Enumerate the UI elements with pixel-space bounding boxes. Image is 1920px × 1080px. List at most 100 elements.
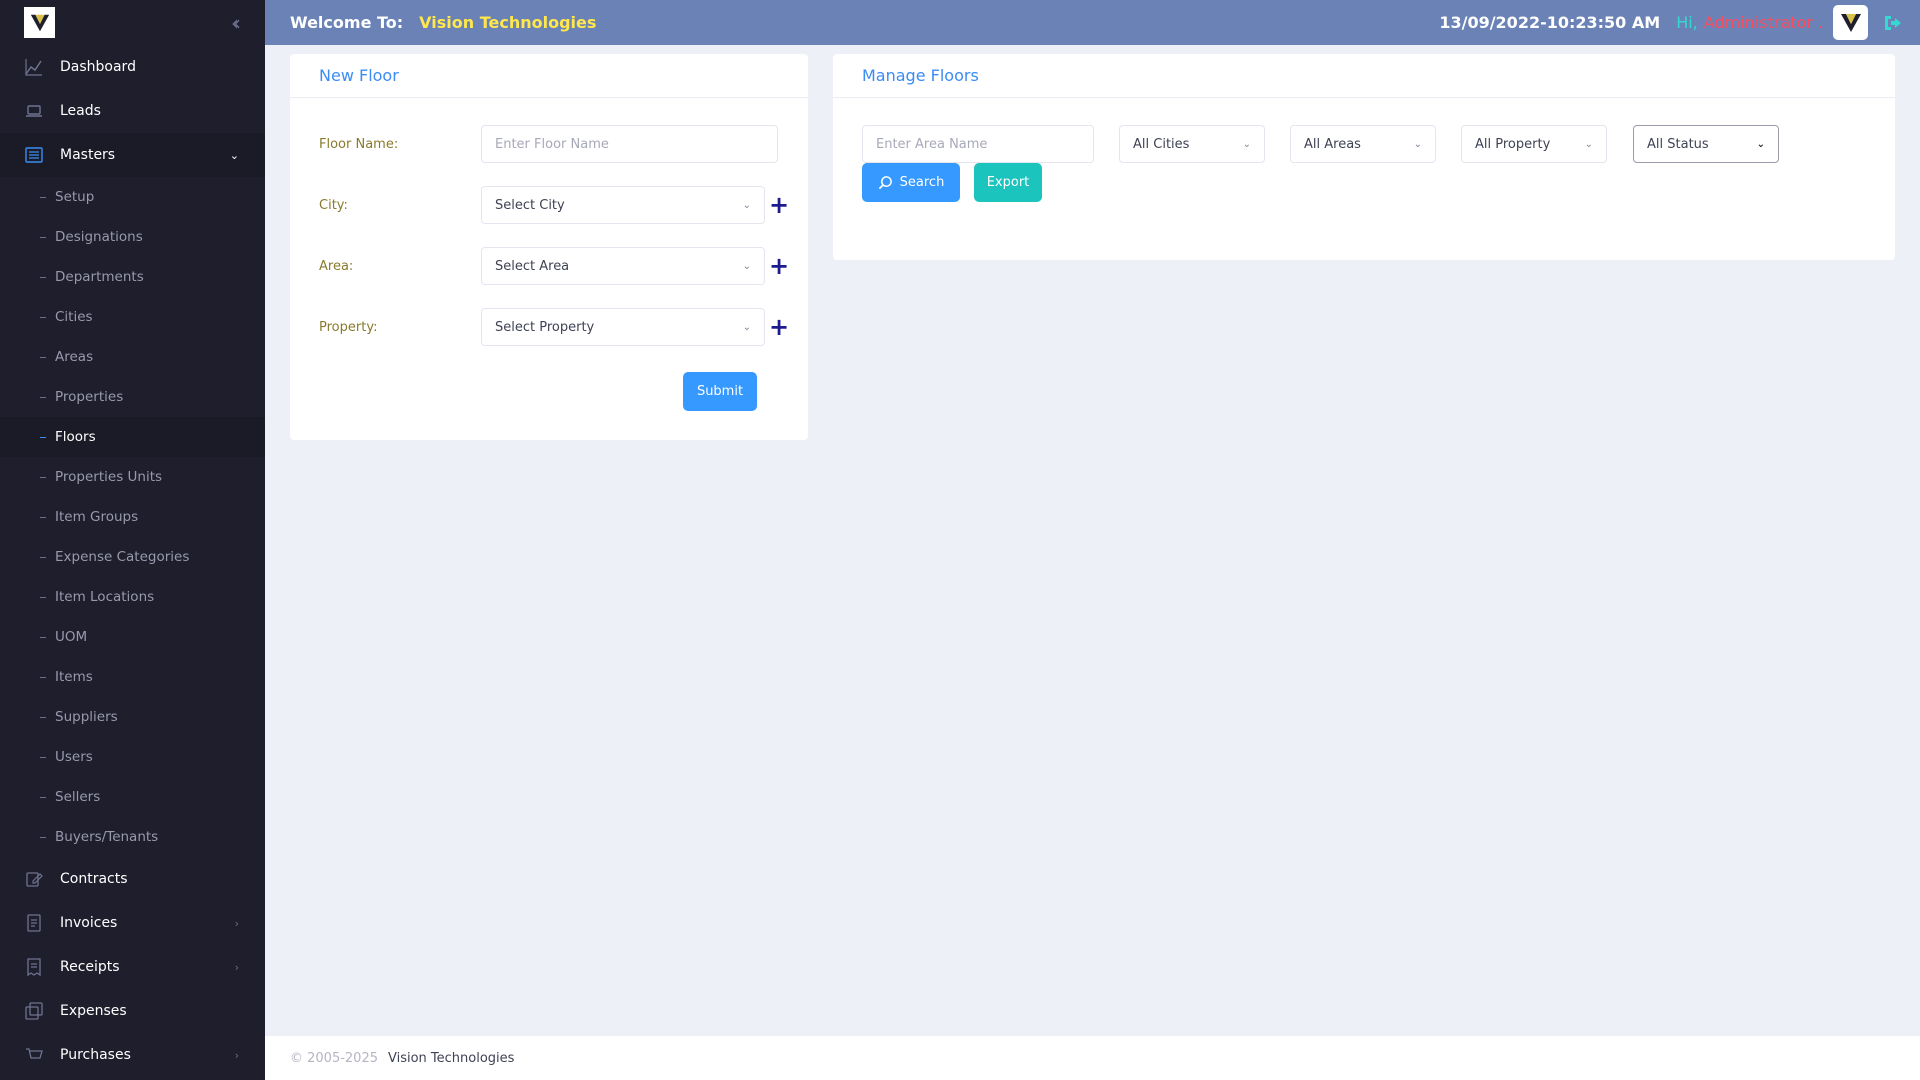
sidebar-item-label: Contracts bbox=[60, 871, 128, 887]
submit-button[interactable]: Submit bbox=[683, 372, 757, 411]
sidebar-item-invoices[interactable]: Invoices › bbox=[0, 901, 265, 945]
user-name[interactable]: Administrator . bbox=[1704, 13, 1823, 32]
area-label: Area: bbox=[319, 258, 354, 274]
sidebar-sub-item-groups[interactable]: Item Groups bbox=[0, 497, 265, 537]
sidebar-item-contracts[interactable]: Contracts bbox=[0, 857, 265, 901]
sidebar-item-purchases[interactable]: Purchases › bbox=[0, 1033, 265, 1077]
sidebar-sub-designations[interactable]: Designations bbox=[0, 217, 265, 257]
sidebar-sub-buyers-tenants[interactable]: Buyers/Tenants bbox=[0, 817, 265, 857]
dash-bullet bbox=[40, 356, 46, 358]
sidebar-sub-label: Users bbox=[55, 749, 93, 765]
cities-filter-select[interactable]: All Cities ⌄ bbox=[1119, 125, 1265, 163]
chevron-down-icon: ⌄ bbox=[229, 148, 239, 162]
chevron-down-icon: ⌄ bbox=[742, 321, 751, 333]
property-filter-value: All Property bbox=[1475, 136, 1551, 152]
footer-company-link[interactable]: Vision Technologies bbox=[388, 1051, 514, 1066]
area-select[interactable]: Select Area ⌄ bbox=[481, 247, 765, 285]
sidebar-item-receipts[interactable]: Receipts › bbox=[0, 945, 265, 989]
header-right: 13/09/2022-10:23:50 AM Hi, Administrator… bbox=[1439, 0, 1920, 45]
logout-icon[interactable] bbox=[1882, 13, 1902, 33]
datetime: 13/09/2022-10:23:50 AM bbox=[1439, 13, 1661, 32]
sidebar-top: ‹‹ bbox=[0, 0, 265, 45]
floor-name-label: Floor Name: bbox=[319, 136, 399, 152]
search-button[interactable]: Search bbox=[862, 163, 960, 202]
dash-bullet bbox=[40, 596, 46, 598]
areas-filter-value: All Areas bbox=[1304, 136, 1361, 152]
sidebar-item-masters[interactable]: Masters ⌄ bbox=[0, 133, 265, 177]
sidebar-sub-uom[interactable]: UOM bbox=[0, 617, 265, 657]
floor-name-input[interactable] bbox=[481, 125, 778, 163]
receipt-icon bbox=[24, 957, 44, 977]
sidebar-sub-label: UOM bbox=[55, 629, 88, 645]
v-logo-icon bbox=[30, 14, 49, 31]
dash-bullet bbox=[40, 276, 46, 278]
property-select-value: Select Property bbox=[495, 319, 595, 335]
dash-bullet bbox=[40, 716, 46, 718]
chevron-down-icon: ⌄ bbox=[1756, 138, 1765, 150]
chevron-right-icon: › bbox=[234, 1048, 239, 1062]
dash-bullet bbox=[40, 796, 46, 798]
sidebar-item-label: Purchases bbox=[60, 1047, 131, 1063]
floor-name-row: Floor Name: bbox=[319, 125, 778, 163]
sidebar-item-label: Receipts bbox=[60, 959, 120, 975]
sidebar-item-leads[interactable]: Leads bbox=[0, 89, 265, 133]
sidebar-sub-label: Expense Categories bbox=[55, 549, 190, 565]
sidebar-sub-floors[interactable]: Floors bbox=[0, 417, 265, 457]
sidebar-sub-sellers[interactable]: Sellers bbox=[0, 777, 265, 817]
property-filter-select[interactable]: All Property ⌄ bbox=[1461, 125, 1607, 163]
dash-bullet bbox=[40, 516, 46, 518]
sidebar-sub-label: Item Locations bbox=[55, 589, 155, 605]
sidebar-sub-departments[interactable]: Departments bbox=[0, 257, 265, 297]
sidebar-sub-properties[interactable]: Properties bbox=[0, 377, 265, 417]
double-chevron-left-icon[interactable]: ‹‹ bbox=[231, 11, 241, 35]
sidebar-sub-suppliers[interactable]: Suppliers bbox=[0, 697, 265, 737]
sidebar-sub-items[interactable]: Items bbox=[0, 657, 265, 697]
sidebar-sub-properties-units[interactable]: Properties Units bbox=[0, 457, 265, 497]
city-select[interactable]: Select City ⌄ bbox=[481, 186, 765, 224]
area-name-search-input[interactable] bbox=[862, 125, 1094, 163]
sidebar-sub-label: Buyers/Tenants bbox=[55, 829, 159, 845]
sidebar-item-dashboard[interactable]: Dashboard bbox=[0, 45, 265, 89]
dash-bullet bbox=[40, 756, 46, 758]
add-area-icon[interactable]: + bbox=[769, 254, 789, 278]
city-label: City: bbox=[319, 197, 348, 213]
sidebar-sub-item-locations[interactable]: Item Locations bbox=[0, 577, 265, 617]
sidebar-sub-expense-categories[interactable]: Expense Categories bbox=[0, 537, 265, 577]
sidebar-sub-cities[interactable]: Cities bbox=[0, 297, 265, 337]
dash-bullet bbox=[40, 836, 46, 838]
add-city-icon[interactable]: + bbox=[769, 193, 789, 217]
device-icon bbox=[24, 101, 44, 121]
areas-filter-select[interactable]: All Areas ⌄ bbox=[1290, 125, 1436, 163]
sidebar-sub-label: Item Groups bbox=[55, 509, 139, 525]
sidebar-sub-users[interactable]: Users bbox=[0, 737, 265, 777]
greeting: Hi, bbox=[1676, 13, 1698, 32]
add-property-icon[interactable]: + bbox=[769, 315, 789, 339]
sidebar-sub-setup[interactable]: Setup bbox=[0, 177, 265, 217]
sidebar-item-label: Masters bbox=[60, 147, 116, 163]
brand-logo[interactable] bbox=[24, 7, 55, 38]
area-row: Area: Select Area ⌄ + bbox=[319, 247, 789, 285]
sidebar-nav: Dashboard Leads Masters ⌄ Setup Designat… bbox=[0, 45, 265, 1077]
company-name: Vision Technologies bbox=[419, 13, 597, 32]
list-icon bbox=[24, 145, 44, 165]
chevron-right-icon: › bbox=[234, 916, 239, 930]
dash-bullet bbox=[40, 436, 46, 438]
sidebar-sub-label: Setup bbox=[55, 189, 95, 205]
footer: © 2005-2025 Vision Technologies bbox=[265, 1036, 1920, 1080]
avatar[interactable] bbox=[1833, 5, 1868, 40]
property-select[interactable]: Select Property ⌄ bbox=[481, 308, 765, 346]
masters-submenu: Setup Designations Departments Cities Ar… bbox=[0, 177, 265, 857]
area-select-value: Select Area bbox=[495, 258, 570, 274]
chevron-right-icon: › bbox=[234, 960, 239, 974]
sidebar-sub-label: Cities bbox=[55, 309, 93, 325]
v-logo-icon bbox=[1840, 13, 1861, 32]
document-icon bbox=[24, 913, 44, 933]
sidebar-sub-areas[interactable]: Areas bbox=[0, 337, 265, 377]
status-filter-select[interactable]: All Status ⌄ bbox=[1633, 125, 1779, 163]
sidebar: ‹‹ Dashboard Leads Masters ⌄ Setup Desig… bbox=[0, 0, 265, 1080]
sidebar-sub-label: Areas bbox=[55, 349, 94, 365]
export-button[interactable]: Export bbox=[974, 163, 1042, 202]
search-button-label: Search bbox=[899, 175, 945, 190]
sidebar-item-expenses[interactable]: Expenses bbox=[0, 989, 265, 1033]
chevron-down-icon: ⌄ bbox=[742, 260, 751, 272]
